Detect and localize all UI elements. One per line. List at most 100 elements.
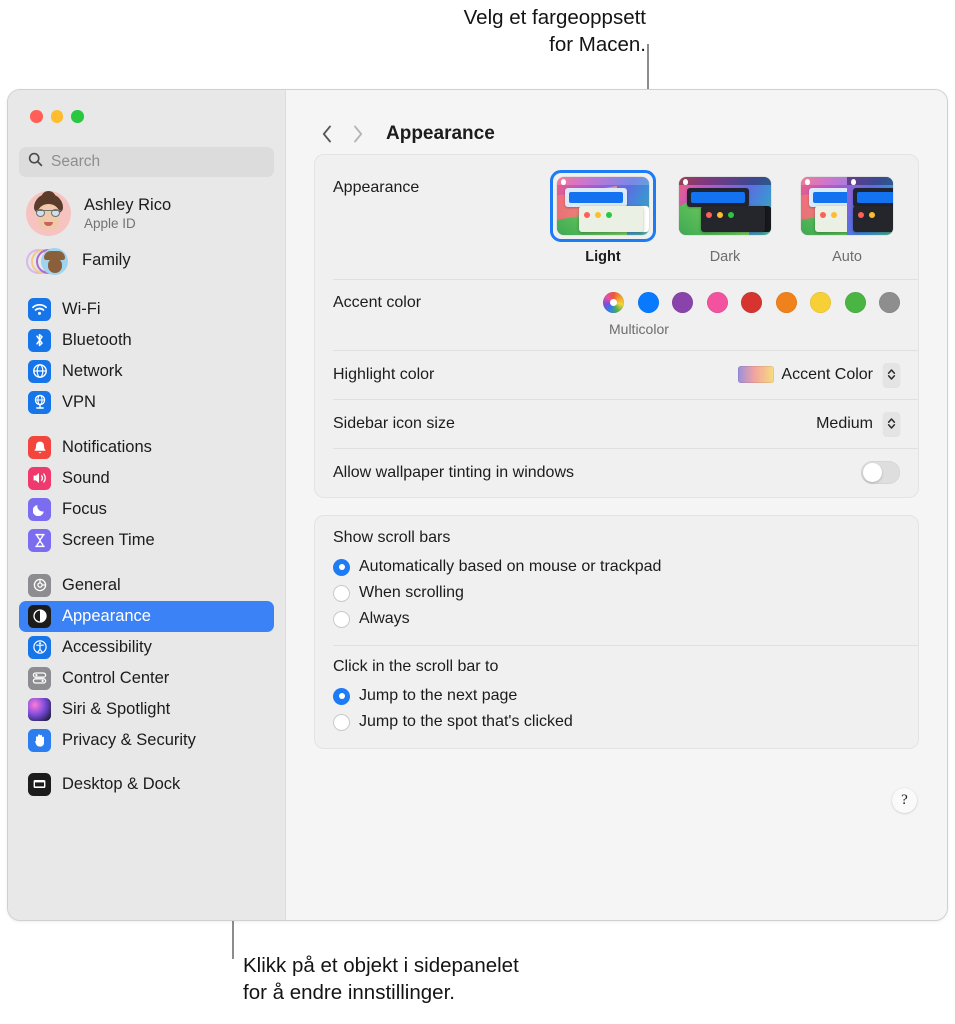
radio-scroll-automatic[interactable]: Automatically based on mouse or trackpad — [333, 554, 900, 580]
chevron-updown-icon[interactable] — [883, 411, 900, 436]
sidebar-group-desktop: Desktop & Dock — [19, 769, 274, 800]
sidebar-group-network: Wi-Fi Bluetooth Network VPN — [19, 294, 274, 418]
highlight-color-row: Highlight color Accent Color — [315, 350, 918, 399]
appearance-option-dark[interactable]: Dark — [672, 170, 778, 265]
accent-swatch-blue[interactable] — [637, 292, 659, 313]
sidebar-item-screen-time[interactable]: Screen Time — [19, 525, 274, 556]
minimize-button[interactable] — [50, 110, 63, 123]
sidebar-icon-size-label: Sidebar icon size — [333, 414, 455, 432]
sidebar-item-label: Notifications — [62, 437, 152, 456]
help-button[interactable]: ? — [892, 788, 917, 813]
moon-icon — [28, 497, 51, 521]
account-row[interactable]: Ashley Rico Apple ID — [19, 177, 274, 242]
radio-button[interactable] — [333, 713, 350, 731]
sidebar-item-bluetooth[interactable]: Bluetooth — [19, 325, 274, 356]
sidebar-icon-size-value: Medium — [816, 414, 873, 432]
wallpaper-tinting-row: Allow wallpaper tinting in windows — [315, 448, 918, 497]
appearance-option-label: Auto — [832, 249, 862, 265]
desktop-icon — [28, 772, 51, 796]
auto-theme-thumbnail — [801, 177, 893, 235]
click-scroll-bar-label: Click in the scroll bar to — [333, 658, 499, 675]
sidebar-item-control-center[interactable]: Control Center — [19, 663, 274, 694]
sidebar: Ashley Rico Apple ID Family — [8, 90, 286, 920]
sidebar-item-network[interactable]: Network — [19, 356, 274, 387]
sidebar-icon-size-popup[interactable]: Medium — [816, 411, 900, 436]
hand-icon — [28, 728, 51, 752]
sidebar-item-label: Network — [62, 361, 123, 380]
chevron-updown-icon[interactable] — [883, 362, 900, 387]
accent-swatch-purple[interactable] — [672, 292, 693, 313]
radio-jump-next-page[interactable]: Jump to the next page — [333, 683, 900, 709]
zoom-button[interactable] — [71, 110, 84, 123]
search-input[interactable] — [51, 152, 265, 171]
radio-label: Automatically based on mouse or trackpad — [359, 558, 662, 575]
sidebar-item-label: VPN — [62, 392, 96, 411]
accessibility-icon — [28, 635, 51, 659]
sidebar-item-sound[interactable]: Sound — [19, 463, 274, 494]
sidebar-item-label: Desktop & Dock — [62, 774, 181, 793]
speaker-icon — [28, 466, 51, 490]
sidebar-item-general[interactable]: General — [19, 570, 274, 601]
search-field[interactable] — [19, 146, 274, 177]
back-chevron-icon[interactable] — [312, 121, 342, 147]
sidebar-item-label: General — [62, 575, 121, 594]
highlight-gradient-swatch — [738, 366, 775, 383]
wallpaper-tinting-toggle[interactable] — [861, 461, 900, 484]
sidebar-item-label: Siri & Spotlight — [62, 699, 171, 718]
sidebar-item-siri-and-spotlight[interactable]: Siri & Spotlight — [19, 694, 274, 725]
radio-button[interactable] — [333, 558, 350, 576]
sidebar-item-label: Bluetooth — [62, 330, 132, 349]
vpn-icon — [28, 390, 51, 414]
appearance-icon — [28, 604, 51, 628]
content-pane: Appearance Appearance Light Dark Auto Ac… — [286, 90, 947, 920]
accent-swatch-multicolor[interactable] — [603, 292, 624, 313]
sidebar-item-wi-fi[interactable]: Wi-Fi — [19, 294, 274, 325]
page-root: Velg et fargeoppsett for Macen. Klikk på… — [0, 0, 955, 1024]
accent-swatch-orange[interactable] — [775, 292, 797, 313]
radio-label: Always — [359, 610, 410, 627]
system-settings-window: Ashley Rico Apple ID Family — [7, 89, 948, 921]
accent-swatch-pink[interactable] — [706, 292, 728, 313]
radio-button[interactable] — [333, 610, 350, 628]
appearance-option-label: Light — [585, 249, 621, 265]
radio-button[interactable] — [333, 687, 350, 705]
sidebar-item-desktop-and-dock[interactable]: Desktop & Dock — [19, 769, 274, 800]
control-center-icon — [28, 666, 51, 690]
sidebar-item-focus[interactable]: Focus — [19, 494, 274, 525]
sidebar-item-privacy-and-security[interactable]: Privacy & Security — [19, 725, 274, 756]
sidebar-item-appearance[interactable]: Appearance — [19, 600, 274, 632]
bell-icon — [28, 435, 51, 459]
hourglass-icon — [28, 528, 51, 552]
window-controls — [19, 90, 274, 123]
forward-chevron-icon — [342, 121, 372, 147]
wallpaper-tinting-label: Allow wallpaper tinting in windows — [333, 463, 575, 481]
sidebar-item-vpn[interactable]: VPN — [19, 387, 274, 418]
avatar — [26, 190, 71, 236]
account-subtitle: Apple ID — [84, 215, 136, 231]
radio-scroll-when-scrolling[interactable]: When scrolling — [333, 580, 900, 606]
appearance-options: Light Dark Auto — [550, 170, 900, 265]
close-button[interactable] — [30, 110, 43, 123]
appearance-option-light[interactable]: Light — [550, 170, 656, 265]
toolbar: Appearance — [286, 90, 947, 154]
sidebar-group-alerts: Notifications Sound Focus Screen Time — [19, 432, 274, 556]
accent-swatch-yellow[interactable] — [810, 292, 831, 313]
sidebar-item-notifications[interactable]: Notifications — [19, 432, 274, 463]
radio-button[interactable] — [333, 584, 350, 602]
accent-swatch-green[interactable] — [844, 292, 866, 313]
radio-jump-to-spot[interactable]: Jump to the spot that's clicked — [333, 709, 900, 735]
network-icon — [28, 359, 51, 383]
radio-label: Jump to the next page — [359, 687, 518, 704]
appearance-option-auto[interactable]: Auto — [794, 170, 900, 265]
sidebar-icon-size-row: Sidebar icon size Medium — [315, 399, 918, 448]
radio-scroll-always[interactable]: Always — [333, 606, 900, 632]
sidebar-item-label: Privacy & Security — [62, 730, 196, 749]
accent-swatch-graphite[interactable] — [879, 292, 900, 313]
sidebar-item-label: Appearance — [62, 606, 151, 625]
sidebar-item-label: Focus — [62, 499, 107, 518]
sidebar-item-accessibility[interactable]: Accessibility — [19, 632, 274, 663]
accent-swatch-red[interactable] — [741, 292, 762, 313]
highlight-color-popup[interactable]: Accent Color — [738, 362, 900, 387]
family-avatars — [26, 246, 70, 276]
sidebar-item-family[interactable]: Family — [19, 242, 274, 280]
